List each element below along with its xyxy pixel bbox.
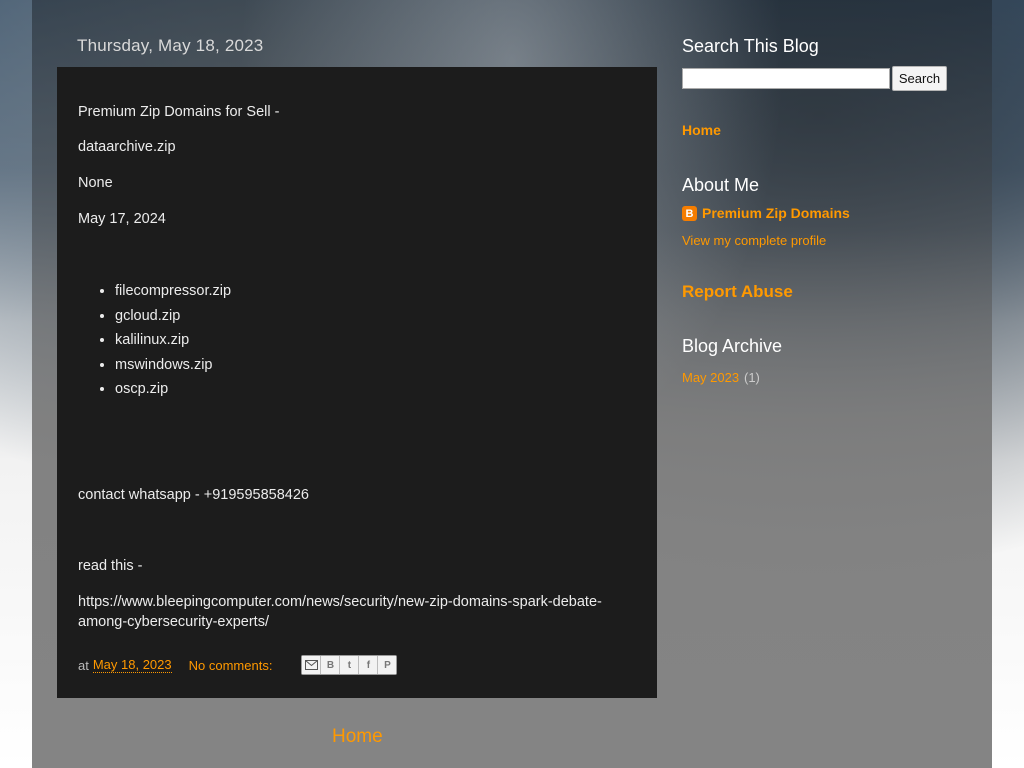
view-profile-link[interactable]: View my complete profile	[682, 233, 826, 248]
search-button[interactable]: Search	[892, 66, 947, 91]
post-date-text: May 17, 2024	[78, 211, 166, 227]
list-item: filecompressor.zip	[115, 279, 231, 304]
report-abuse-link[interactable]: Report Abuse	[682, 282, 793, 302]
search-widget-title: Search This Blog	[682, 36, 819, 56]
blog-post: Premium Zip Domains for Sell - dataarchi…	[57, 67, 657, 698]
share-buttons: B t f P	[301, 655, 398, 675]
read-this-text: read this -	[78, 558, 143, 574]
post-timestamp-link[interactable]: May 18, 2023	[92, 657, 172, 673]
twitter-icon[interactable]: t	[340, 656, 360, 674]
home-nav-link[interactable]: Home	[332, 726, 383, 748]
profile-name-link[interactable]: Premium Zip Domains	[702, 205, 850, 221]
blogger-profile-icon: B	[682, 206, 697, 221]
domain-name-text: dataarchive.zip	[78, 139, 176, 155]
contact-text: contact whatsapp - +919595858426	[78, 487, 309, 503]
date-header: Thursday, May 18, 2023	[77, 36, 264, 55]
list-item: oscp.zip	[115, 377, 231, 402]
blog-archive-title: Blog Archive	[682, 336, 783, 356]
list-item: gcloud.zip	[115, 304, 231, 329]
domain-list: filecompressor.zip gcloud.zip kalilinux.…	[78, 279, 231, 402]
archive-post-count: (1)	[744, 370, 760, 385]
post-footer: at May 18, 2023 No comments: B t f P	[78, 655, 398, 675]
posted-at-label: at	[78, 657, 89, 673]
about-me-title: About Me	[682, 175, 760, 195]
archive-month-link[interactable]: May 2023	[682, 370, 739, 385]
post-title-text: Premium Zip Domains for Sell -	[78, 104, 280, 120]
sidebar-home-link[interactable]: Home	[682, 122, 721, 138]
pinterest-icon[interactable]: P	[378, 656, 397, 674]
blogthis-icon[interactable]: B	[321, 656, 341, 674]
status-text: None	[78, 175, 113, 191]
email-icon[interactable]	[302, 656, 322, 674]
facebook-icon[interactable]: f	[359, 656, 379, 674]
list-item: kalilinux.zip	[115, 328, 231, 353]
article-url-text: https://www.bleepingcomputer.com/news/se…	[78, 594, 602, 630]
comments-link[interactable]: No comments:	[189, 658, 273, 673]
search-input[interactable]	[682, 68, 890, 89]
list-item: mswindows.zip	[115, 353, 231, 378]
